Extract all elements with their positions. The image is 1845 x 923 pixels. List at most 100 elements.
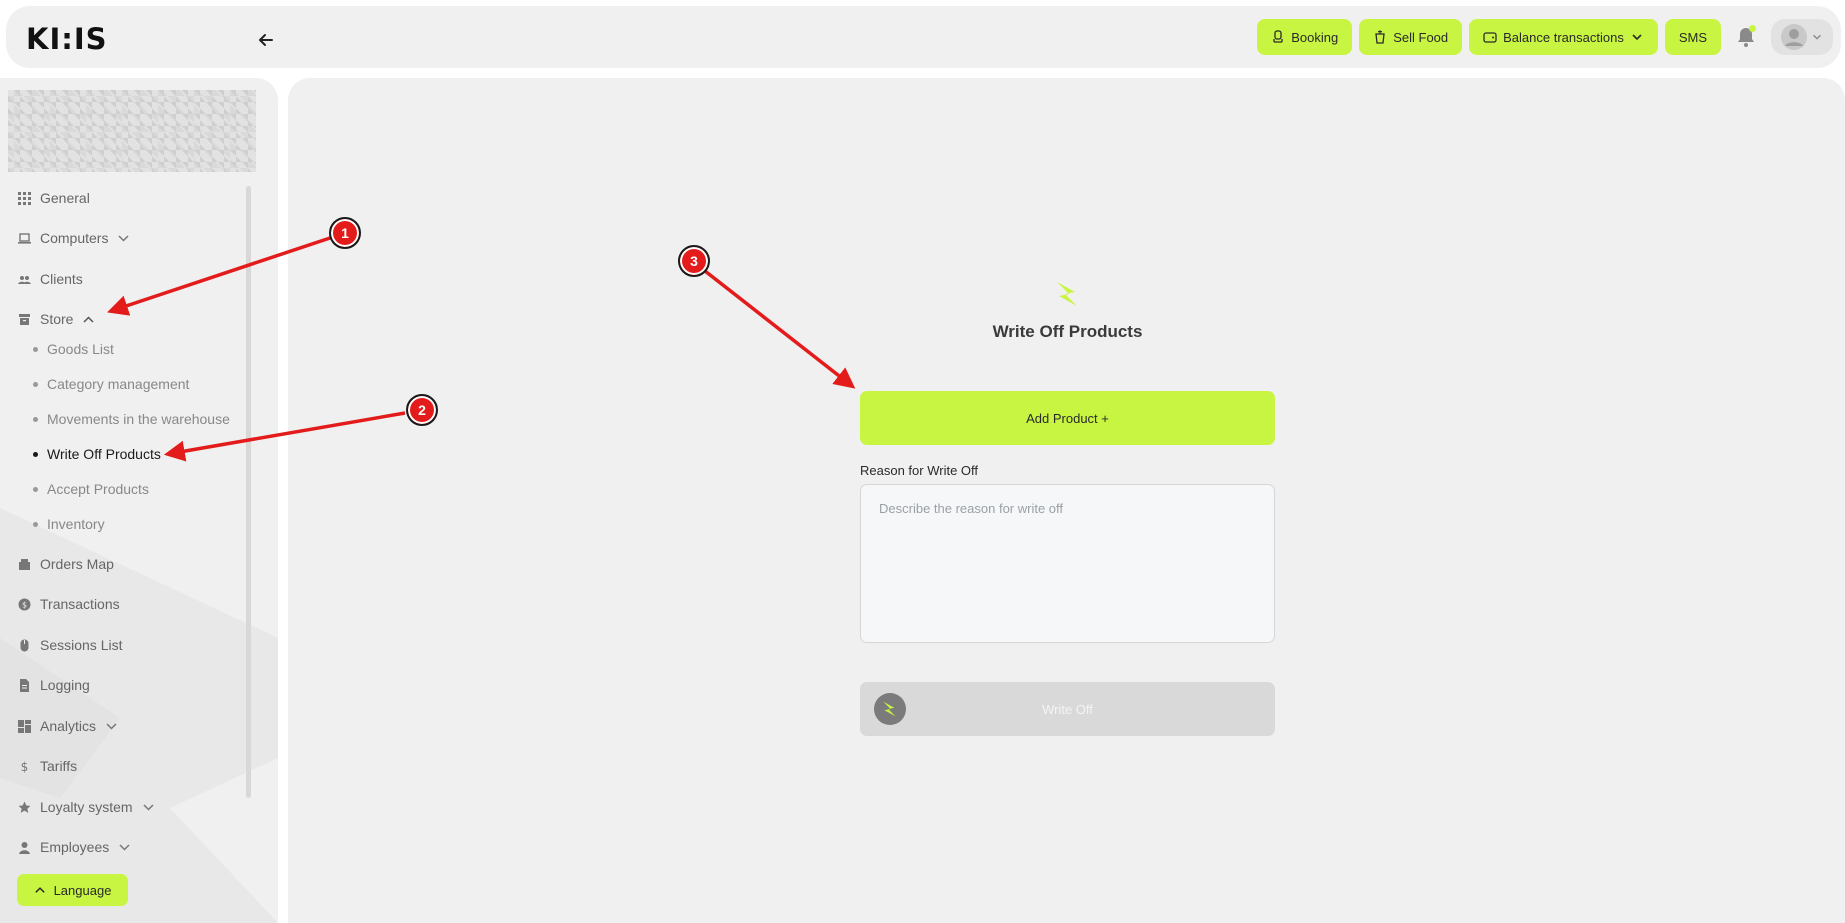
submenu-label: Accept Products [47, 481, 149, 497]
sidebar-item-loyalty-system[interactable]: Loyalty system [18, 799, 155, 815]
write-off-label: Write Off [1042, 701, 1093, 717]
sidebar-item-sessions-list[interactable]: Sessions List [18, 637, 122, 653]
bullet-icon [33, 486, 38, 492]
users-icon [18, 275, 31, 284]
brand-bolt-icon [1057, 282, 1077, 306]
sidebar-item-clients[interactable]: Clients [18, 271, 83, 287]
page-title: Write Off Products [992, 322, 1143, 341]
document-icon [20, 678, 29, 692]
back-arrow-icon[interactable] [256, 30, 276, 50]
laptop-icon [18, 232, 31, 244]
language-button[interactable]: Language [17, 874, 128, 906]
sms-button[interactable]: SMS [1664, 19, 1721, 55]
sidebar-item-logging[interactable]: Logging [18, 677, 90, 693]
organization-image [8, 90, 256, 172]
bolt-badge [874, 693, 906, 725]
sidebar: General Computers Clients Store Goods Li… [0, 78, 278, 923]
sms-label: SMS [1678, 29, 1707, 45]
bullet-icon [33, 416, 38, 422]
booking-button[interactable]: Booking [1257, 19, 1353, 55]
annotation-marker-1: 1 [329, 217, 361, 249]
add-product-button[interactable]: Add Product + [860, 391, 1275, 445]
reason-textarea[interactable] [860, 484, 1275, 643]
star-icon [18, 801, 31, 813]
chevron-up-icon [34, 887, 45, 893]
notifications-button[interactable] [1728, 19, 1764, 55]
submenu-label: Category management [47, 376, 190, 392]
svg-text:$: $ [22, 600, 27, 609]
booking-label: Booking [1291, 29, 1339, 45]
sidebar-item-label: Clients [40, 271, 83, 287]
top-bar: KI:IS Booking Sell Food Balance transact… [6, 6, 1841, 68]
chevron-down-icon [1632, 34, 1642, 41]
sidebar-item-transactions[interactable]: $ Transactions [18, 596, 120, 612]
store-sub-goods-list[interactable]: Goods List [33, 341, 114, 357]
store-sub-movements[interactable]: Movements in the warehouse [33, 411, 230, 427]
submenu-label: Inventory [47, 516, 105, 532]
sell-food-button[interactable]: Sell Food [1359, 19, 1463, 55]
sidebar-item-label: Logging [40, 677, 90, 693]
sidebar-scrollbar[interactable] [246, 186, 251, 798]
sidebar-item-tariffs[interactable]: $ Tariffs [18, 758, 77, 774]
submenu-label: Movements in the warehouse [47, 411, 230, 427]
dollar-icon: $ [21, 760, 29, 773]
reason-label: Reason for Write Off [860, 463, 979, 478]
sidebar-item-label: Analytics [40, 718, 97, 734]
chevron-down-icon [1813, 34, 1821, 40]
chevron-down-icon [118, 234, 129, 242]
grid-icon [18, 191, 31, 205]
sidebar-item-label: General [40, 190, 90, 206]
bullet-icon [33, 381, 38, 387]
chevron-up-icon [83, 315, 94, 323]
sidebar-item-orders-map[interactable]: Orders Map [18, 556, 114, 572]
annotation-marker-2: 2 [406, 394, 438, 426]
sidebar-item-general[interactable]: General [18, 190, 90, 206]
app-logo[interactable]: KI:IS [26, 22, 108, 56]
bolt-icon [883, 701, 896, 717]
annotation-marker-3: 3 [678, 245, 710, 277]
svg-text:$: $ [21, 760, 29, 773]
sidebar-item-analytics[interactable]: Analytics [18, 718, 118, 734]
write-off-button[interactable]: Write Off [860, 682, 1275, 736]
store-sub-category-management[interactable]: Category management [33, 376, 189, 392]
sidebar-item-label: Orders Map [40, 556, 114, 572]
orders-map-icon [19, 558, 30, 570]
sidebar-item-label: Transactions [40, 596, 120, 612]
top-actions: Booking Sell Food Balance transactions S… [1257, 19, 1833, 55]
store-sub-write-off-products[interactable]: Write Off Products [33, 446, 161, 462]
sidebar-item-label: Tariffs [40, 758, 78, 774]
sidebar-item-label: Loyalty system [40, 799, 133, 815]
submenu-label: Goods List [47, 341, 114, 357]
avatar-icon [1781, 24, 1807, 50]
bullet-icon [33, 521, 38, 527]
sidebar-item-computers[interactable]: Computers [18, 230, 130, 246]
user-menu[interactable] [1771, 19, 1833, 55]
balance-transactions-label: Balance transactions [1503, 29, 1624, 45]
sidebar-item-label: Computers [40, 230, 109, 246]
chevron-down-icon [143, 803, 154, 811]
bullet-icon [33, 346, 38, 352]
sell-food-label: Sell Food [1393, 29, 1449, 45]
wallet-icon [1483, 32, 1497, 43]
dashboard-icon [18, 719, 31, 733]
food-icon [1375, 30, 1385, 44]
bullet-icon [33, 451, 38, 457]
chevron-down-icon [106, 722, 117, 730]
submenu-label: Write Off Products [47, 446, 161, 462]
sidebar-item-label: Store [40, 311, 74, 327]
language-label: Language [53, 882, 112, 898]
person-icon [19, 841, 30, 854]
sidebar-item-label: Employees [40, 839, 110, 855]
mouse-icon [20, 639, 29, 651]
store-icon [19, 313, 30, 325]
sidebar-item-store[interactable]: Store [18, 311, 95, 327]
sidebar-item-label: Sessions List [40, 637, 123, 653]
balance-transactions-dropdown[interactable]: Balance transactions [1469, 19, 1658, 55]
booking-icon [1273, 30, 1283, 43]
sidebar-item-employees[interactable]: Employees [18, 839, 131, 855]
notification-dot [1749, 25, 1756, 32]
chevron-down-icon [119, 843, 130, 851]
coin-icon: $ [18, 598, 31, 610]
store-sub-inventory[interactable]: Inventory [33, 516, 105, 532]
store-sub-accept-products[interactable]: Accept Products [33, 481, 149, 497]
